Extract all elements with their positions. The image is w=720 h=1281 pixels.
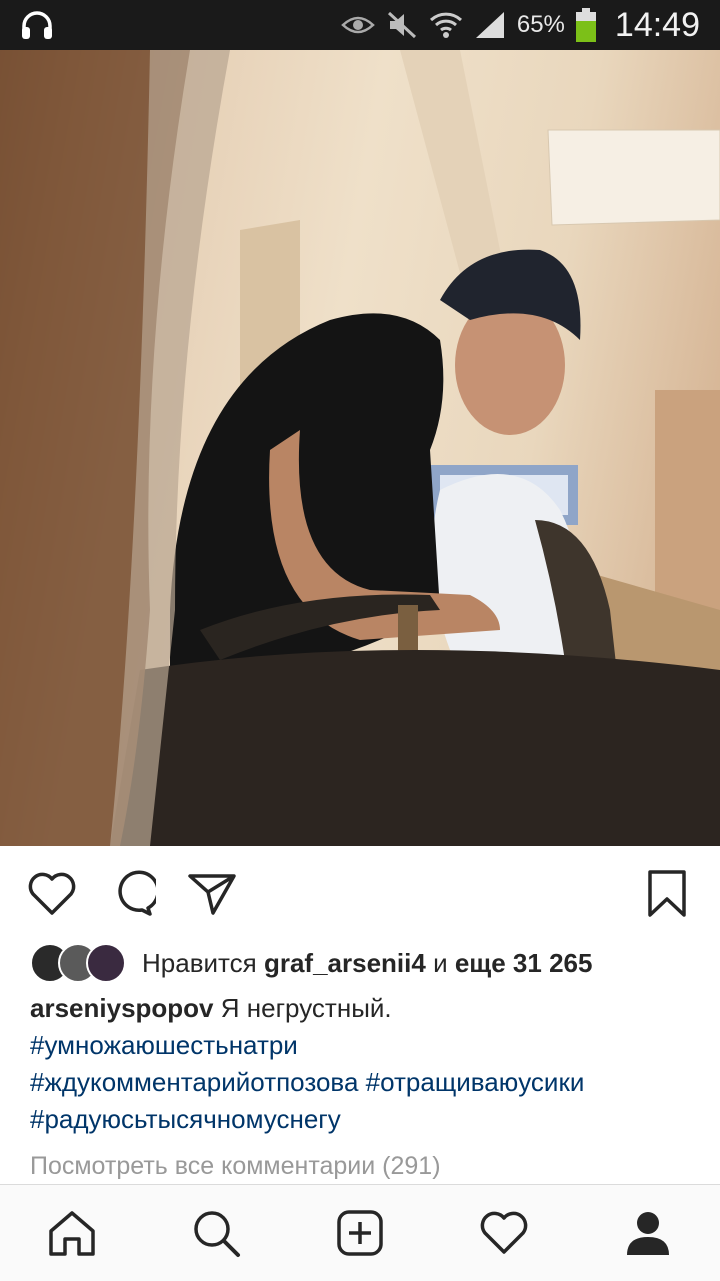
add-post-icon bbox=[337, 1210, 383, 1256]
bottom-navigation bbox=[0, 1184, 720, 1281]
clock: 14:49 bbox=[614, 5, 700, 44]
heart-icon bbox=[28, 872, 76, 915]
share-button[interactable] bbox=[186, 868, 238, 920]
avatar bbox=[86, 943, 126, 983]
nav-new-post[interactable] bbox=[332, 1205, 388, 1261]
bookmark-icon bbox=[648, 870, 686, 917]
view-all-comments-link[interactable]: Посмотреть все комментарии (291) bbox=[30, 1152, 441, 1181]
battery-icon bbox=[575, 8, 597, 42]
battery-percentage: 65% bbox=[516, 11, 565, 38]
mute-icon bbox=[385, 10, 419, 40]
likes-row[interactable]: Нравится graf_arsenii4 и еще 31 265 bbox=[30, 938, 592, 988]
likes-prefix: Нравится bbox=[142, 947, 257, 978]
hashtag[interactable]: #ждукомментарийотпозова bbox=[30, 1067, 358, 1097]
nav-profile[interactable] bbox=[620, 1205, 676, 1261]
status-bar: 65% 14:49 bbox=[0, 0, 720, 50]
post-caption: arseniyspopov Я негрустный. #умножаюшест… bbox=[30, 990, 700, 1138]
post-photo[interactable] bbox=[0, 50, 720, 846]
save-button[interactable] bbox=[641, 868, 693, 920]
liker-username[interactable]: graf_arsenii4 bbox=[264, 948, 426, 979]
eye-icon bbox=[341, 10, 375, 40]
signal-icon bbox=[473, 10, 507, 40]
nav-home[interactable] bbox=[44, 1205, 100, 1261]
likes-count[interactable]: еще 31 265 bbox=[455, 948, 593, 979]
comment-button[interactable] bbox=[106, 868, 158, 920]
likes-conjunction: и bbox=[433, 947, 448, 978]
post-actions bbox=[0, 846, 720, 942]
caption-text: Я негрустный. bbox=[220, 993, 392, 1023]
liker-avatars bbox=[30, 943, 130, 983]
home-icon bbox=[49, 1211, 95, 1256]
like-button[interactable] bbox=[26, 868, 78, 920]
wifi-icon bbox=[429, 10, 463, 40]
author-username[interactable]: arseniyspopov bbox=[30, 993, 214, 1023]
hashtag[interactable]: #отращиваюусики bbox=[366, 1067, 585, 1097]
nav-activity[interactable] bbox=[476, 1205, 532, 1261]
headphones-icon bbox=[20, 9, 54, 41]
nav-search[interactable] bbox=[188, 1205, 244, 1261]
paper-plane-icon bbox=[188, 874, 236, 915]
search-icon bbox=[194, 1211, 240, 1257]
profile-icon bbox=[627, 1212, 669, 1255]
comment-icon bbox=[118, 870, 156, 916]
hashtag[interactable]: #умножаюшестьнатри bbox=[30, 1030, 298, 1060]
heart-icon bbox=[480, 1211, 528, 1254]
hashtag[interactable]: #радуюсьтысячномуснегу bbox=[30, 1104, 341, 1134]
